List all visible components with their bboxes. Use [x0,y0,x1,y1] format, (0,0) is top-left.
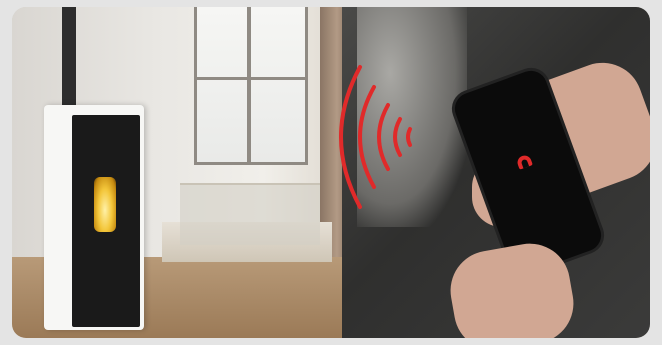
signal-arc-5 [406,127,412,147]
glass-table [180,183,320,245]
signal-arc-2 [358,85,376,189]
stove-flue-pipe [62,7,76,107]
app-logo [503,149,551,191]
fire-flame [94,177,116,232]
wireless-signal-arcs-icon [339,65,412,209]
window [194,7,308,165]
signal-arc-4 [393,117,402,157]
signal-arc-3 [377,103,390,171]
image-frame [0,0,662,345]
signal-arc-1 [339,65,362,209]
photo [12,7,650,338]
red-stove-logo-icon [515,153,533,170]
